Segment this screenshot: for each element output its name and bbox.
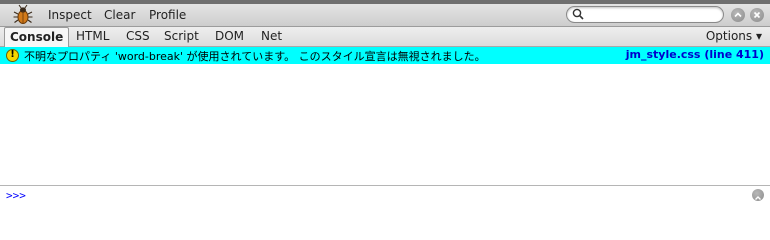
chevron-up-icon — [755, 196, 761, 200]
minimize-icon — [734, 12, 742, 18]
panel-tabs: Console HTML CSS Script DOM Net Options … — [0, 27, 770, 47]
source-link[interactable]: jm_style.css (line 411) — [626, 48, 764, 61]
tab-console[interactable]: Console — [4, 27, 70, 47]
warning-icon-glyph: ! — [10, 49, 15, 60]
console-warning-row[interactable]: ! 不明なプロパティ 'word-break' が使用されています。 このスタイ… — [0, 47, 770, 64]
options-menu[interactable]: Options ▾ — [706, 27, 762, 46]
search-icon — [572, 8, 584, 20]
close-icon — [753, 11, 761, 19]
profile-button[interactable]: Profile — [149, 8, 186, 22]
firebug-icon[interactable] — [12, 4, 34, 26]
command-input[interactable] — [34, 188, 734, 202]
warning-message: 不明なプロパティ 'word-break' が使用されています。 このスタイル宣… — [24, 50, 486, 63]
tab-html[interactable]: HTML — [76, 27, 109, 46]
expand-command-button[interactable] — [752, 189, 764, 201]
tab-net[interactable]: Net — [261, 27, 282, 46]
tab-dom[interactable]: DOM — [215, 27, 244, 46]
firebug-toolbar: Inspect Clear Profile — [0, 4, 770, 27]
search-box[interactable] — [566, 6, 724, 23]
command-prompt: >>> — [6, 189, 26, 202]
command-line: >>> — [0, 185, 770, 205]
clear-button[interactable]: Clear — [104, 8, 135, 22]
minimize-button[interactable] — [731, 8, 745, 22]
tab-script[interactable]: Script — [164, 27, 199, 46]
close-button[interactable] — [750, 8, 764, 22]
warning-icon: ! — [6, 49, 19, 62]
tab-css[interactable]: CSS — [126, 27, 150, 46]
inspect-button[interactable]: Inspect — [48, 8, 92, 22]
search-input[interactable] — [587, 7, 717, 22]
